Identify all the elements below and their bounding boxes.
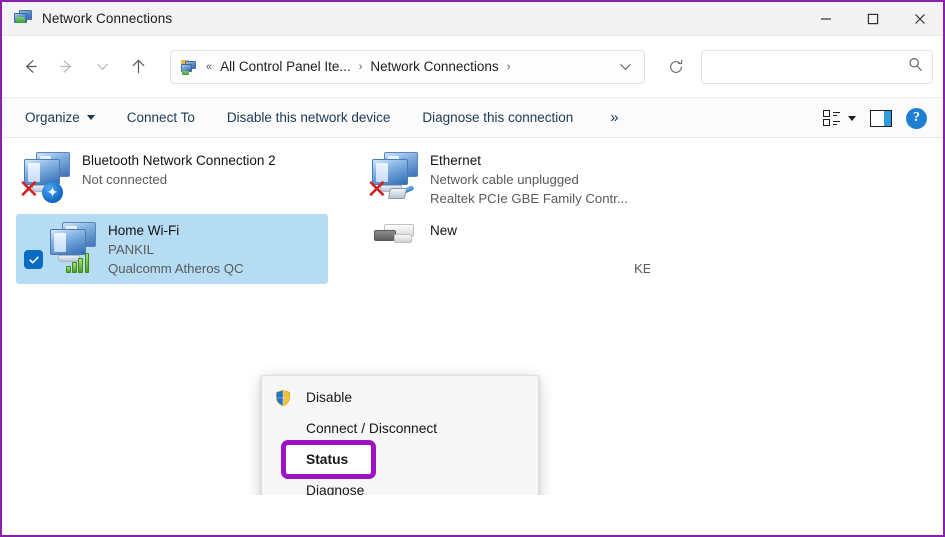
- ethernet-icon: ✕: [366, 150, 424, 205]
- connect-to-label: Connect To: [126, 110, 195, 125]
- diagnose-connection-button[interactable]: Diagnose this connection: [413, 105, 582, 130]
- vpn-icon: [368, 220, 424, 272]
- connection-device: KEv2): [634, 261, 650, 276]
- command-overflow-button[interactable]: »: [600, 107, 627, 128]
- connection-device: Realtek PCIe GBE Family Contr...: [430, 191, 628, 206]
- search-box[interactable]: [701, 49, 933, 84]
- maximize-button[interactable]: [849, 2, 896, 36]
- shield-icon: [274, 389, 292, 407]
- address-bar: « All Control Panel Ite... › Network Con…: [2, 36, 943, 98]
- minimize-button[interactable]: [802, 2, 849, 36]
- search-input[interactable]: [714, 59, 907, 74]
- forward-button[interactable]: [48, 50, 84, 84]
- connection-name: Home Wi-Fi: [108, 223, 180, 238]
- network-connections-icon: [14, 9, 32, 28]
- refresh-button[interactable]: [659, 50, 693, 84]
- list-item[interactable]: New KEv2): [360, 214, 656, 284]
- wifi-icon: [46, 220, 102, 273]
- title-bar: Network Connections: [2, 2, 943, 36]
- menu-item-status[interactable]: Status: [262, 440, 538, 479]
- view-list-icon: [823, 110, 841, 126]
- connection-name: Bluetooth Network Connection 2: [82, 153, 276, 168]
- connection-name: New: [430, 223, 458, 238]
- menu-label: Diagnose: [306, 483, 365, 495]
- breadcrumb-item-control-panel[interactable]: All Control Panel Ite...: [215, 56, 356, 77]
- help-icon: ?: [906, 107, 927, 129]
- error-x-icon: ✕: [18, 175, 40, 205]
- bluetooth-badge-icon: ✦: [42, 182, 63, 203]
- command-bar: Organize Connect To Disable this network…: [2, 98, 943, 138]
- connection-status: PANKIL: [108, 242, 154, 257]
- disable-device-label: Disable this network device: [226, 110, 391, 125]
- selection-checkbox[interactable]: [24, 250, 44, 270]
- organize-button[interactable]: Organize: [16, 105, 104, 130]
- preview-pane-button[interactable]: [864, 103, 898, 133]
- connection-name: Ethernet: [430, 153, 482, 168]
- command-bar-right-group: ?: [817, 98, 933, 138]
- connection-status: Not connected: [82, 172, 168, 187]
- connections-list: ✕ ✦ Bluetooth Network Connection 2 Not c…: [2, 138, 943, 495]
- menu-label: Disable: [306, 390, 353, 405]
- organize-label: Organize: [25, 110, 80, 125]
- recent-locations-button[interactable]: [84, 50, 120, 84]
- breadcrumb-item-network-connections[interactable]: Network Connections: [365, 56, 503, 77]
- breadcrumb-separator-1: ›: [506, 60, 511, 73]
- chevron-down-icon: [848, 115, 856, 121]
- connection-status: Network cable unplugged: [430, 172, 579, 187]
- breadcrumb-separator-0: ›: [358, 60, 363, 73]
- list-item-home-wifi[interactable]: Home Wi-Fi PANKIL Qualcomm Atheros QC: [16, 214, 328, 284]
- connection-status: [430, 240, 650, 259]
- menu-label: Status: [306, 452, 349, 467]
- rj45-connector-icon: [386, 184, 415, 201]
- error-x-icon: ✕: [366, 175, 388, 205]
- back-button[interactable]: [12, 50, 48, 84]
- bluetooth-network-icon: ✕ ✦: [18, 150, 76, 205]
- context-menu: Disable Connect / Disconnect Status Diag…: [261, 375, 539, 495]
- signal-bars-icon: [66, 251, 94, 273]
- control-panel-icon: [181, 59, 199, 75]
- list-item[interactable]: ✕ Ethernet Network cable unplugged Realt…: [360, 144, 656, 214]
- preview-pane-icon: [870, 109, 892, 127]
- view-options-button[interactable]: [817, 103, 862, 133]
- diagnose-connection-label: Diagnose this connection: [422, 110, 574, 125]
- connection-device: Qualcomm Atheros QC: [108, 261, 244, 276]
- menu-item-disable[interactable]: Disable: [262, 382, 538, 413]
- chevron-down-icon: [86, 115, 95, 120]
- disable-network-device-button[interactable]: Disable this network device: [218, 105, 400, 130]
- search-icon[interactable]: [907, 56, 924, 78]
- menu-label: Connect / Disconnect: [306, 421, 438, 436]
- help-button[interactable]: ?: [900, 103, 933, 133]
- up-button[interactable]: [120, 50, 156, 84]
- network-connections-window: Network Connections « All Control Panel …: [0, 0, 945, 537]
- connect-to-button[interactable]: Connect To: [118, 105, 204, 130]
- chevron-down-icon[interactable]: [610, 53, 640, 81]
- window-controls: [802, 2, 943, 36]
- close-button[interactable]: [896, 2, 943, 36]
- breadcrumb-overflow[interactable]: «: [203, 61, 215, 73]
- breadcrumb[interactable]: « All Control Panel Ite... › Network Con…: [170, 49, 645, 84]
- window-title: Network Connections: [42, 11, 173, 26]
- list-item[interactable]: ✕ ✦ Bluetooth Network Connection 2 Not c…: [12, 144, 332, 208]
